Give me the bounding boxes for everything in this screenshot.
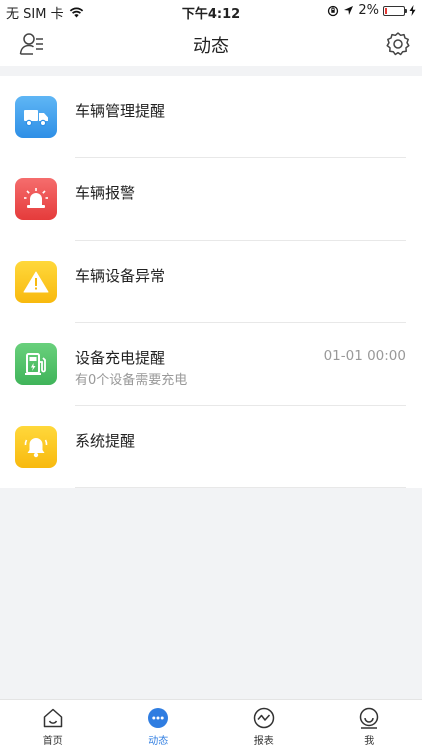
list-item-system-reminder[interactable]: 系统提醒 (0, 406, 422, 488)
chart-icon (253, 707, 274, 729)
item-title: 车辆报警 (75, 184, 136, 203)
warning-icon (15, 260, 57, 303)
list-item-charging-reminder[interactable]: 设备充电提醒 有0个设备需要充电 01-01 00:00 (0, 323, 422, 406)
item-title: 系统提醒 (75, 431, 136, 450)
nav-header: 动态 (0, 22, 422, 66)
orientation-lock-icon (328, 5, 339, 16)
smiley-icon (360, 707, 379, 729)
tab-me[interactable]: 我 (317, 700, 422, 750)
tab-report[interactable]: 报表 (211, 700, 317, 750)
page-title: 动态 (193, 36, 229, 57)
item-title: 车辆管理提醒 (75, 102, 166, 120)
tab-dynamic[interactable]: 动态 (106, 700, 212, 750)
charging-bolt-icon (409, 5, 416, 16)
truck-icon (15, 96, 57, 138)
divider (75, 486, 406, 488)
charging-station-icon (15, 343, 57, 386)
bell-icon (15, 425, 57, 468)
tab-label: 报表 (253, 736, 274, 747)
tab-home[interactable]: 首页 (0, 700, 106, 750)
item-subtitle: 有0个设备需要充电 (75, 373, 188, 389)
siren-icon (15, 178, 57, 221)
list-item-vehicle-management[interactable]: 车辆管理提醒 (0, 76, 422, 159)
tab-bar: 首页 动态 报表 我 (0, 699, 422, 750)
tab-label: 动态 (148, 736, 169, 747)
battery-fill (385, 7, 387, 14)
list-item-vehicle-alarm[interactable]: 车辆报警 (0, 158, 422, 241)
location-arrow-icon (344, 6, 354, 15)
chat-dots-icon (148, 708, 169, 728)
status-right: 2% (327, 3, 416, 18)
home-icon (43, 708, 62, 728)
tab-label: 我 (364, 736, 375, 747)
battery-percent: 2% (358, 3, 379, 18)
battery-icon (383, 5, 407, 16)
list-item-device-abnormal[interactable]: 车辆设备异常 (0, 241, 422, 324)
tab-label: 首页 (42, 736, 63, 747)
settings-button[interactable] (384, 30, 412, 58)
item-time: 01-01 00:00 (323, 348, 406, 365)
item-title: 设备充电提醒 (75, 349, 166, 368)
gear-icon (386, 32, 410, 56)
notification-list: 车辆管理提醒 车辆报警 车辆设备异常 设备充电提醒 有0个设备需要充电 01-0… (0, 76, 422, 488)
item-title: 车辆设备异常 (75, 266, 166, 285)
status-bar: 无 SIM 卡 下午4:12 2% (0, 0, 422, 22)
